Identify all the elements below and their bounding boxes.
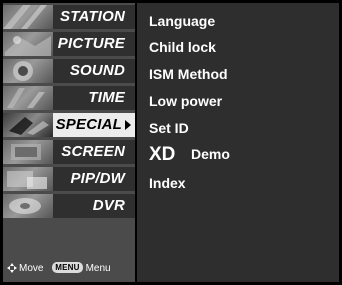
osd-menu: STATION PICTURE SOUND TIME SPECIAL SCREE… <box>0 0 342 285</box>
main-menu-panel: STATION PICTURE SOUND TIME SPECIAL SCREE… <box>3 3 135 282</box>
dpad-icon <box>7 262 17 273</box>
option-child-lock[interactable]: Child lock <box>149 39 216 55</box>
menu-item-dvr[interactable]: DVR <box>3 194 135 218</box>
menu-item-label: SPECIAL <box>55 116 122 133</box>
special-icon <box>3 113 53 137</box>
picture-icon <box>3 32 53 56</box>
menu-item-picture[interactable]: PICTURE <box>3 32 135 56</box>
option-xd-demo[interactable]: XD Demo <box>149 145 230 162</box>
menu-hint: MENU Menu <box>52 262 111 274</box>
option-ism-method[interactable]: ISM Method <box>149 66 228 82</box>
menu-item-label: SCREEN <box>61 143 125 160</box>
menu-item-label: PIP/DW <box>70 170 125 187</box>
menu-item-time[interactable]: TIME <box>3 86 135 110</box>
menu-item-pip-dw[interactable]: PIP/DW <box>3 167 135 191</box>
option-language[interactable]: Language <box>149 13 215 29</box>
xd-demo-label: Demo <box>191 146 230 162</box>
menu-item-special[interactable]: SPECIAL <box>3 113 135 137</box>
dvr-icon <box>3 194 53 218</box>
menu-item-station[interactable]: STATION <box>3 5 135 29</box>
menu-hint-label: Menu <box>85 263 111 274</box>
menu-item-label: DVR <box>92 197 125 214</box>
time-icon <box>3 86 53 110</box>
menu-item-label: PICTURE <box>57 35 125 52</box>
station-icon <box>3 5 53 29</box>
option-set-id[interactable]: Set ID <box>149 120 189 136</box>
menu-item-label: SOUND <box>69 62 125 79</box>
option-index[interactable]: Index <box>149 175 186 191</box>
move-hint-label: Move <box>19 262 44 274</box>
menu-item-label: STATION <box>59 8 125 25</box>
submenu-arrow-icon <box>125 120 131 130</box>
xd-logo-text: XD <box>149 145 175 161</box>
option-low-power[interactable]: Low power <box>149 93 222 109</box>
menu-key-icon: MENU <box>52 262 83 273</box>
menu-item-screen[interactable]: SCREEN <box>3 140 135 164</box>
pip-dw-icon <box>3 167 53 191</box>
sound-icon <box>3 59 53 83</box>
submenu-panel: Language Child lock ISM Method Low power… <box>137 3 339 282</box>
key-hints: Move MENU Menu <box>7 262 117 274</box>
move-hint: Move <box>7 262 44 274</box>
xd-logo-icon: XD <box>149 145 175 161</box>
screen-icon <box>3 140 53 164</box>
menu-item-label: TIME <box>88 89 125 106</box>
menu-item-sound[interactable]: SOUND <box>3 59 135 83</box>
